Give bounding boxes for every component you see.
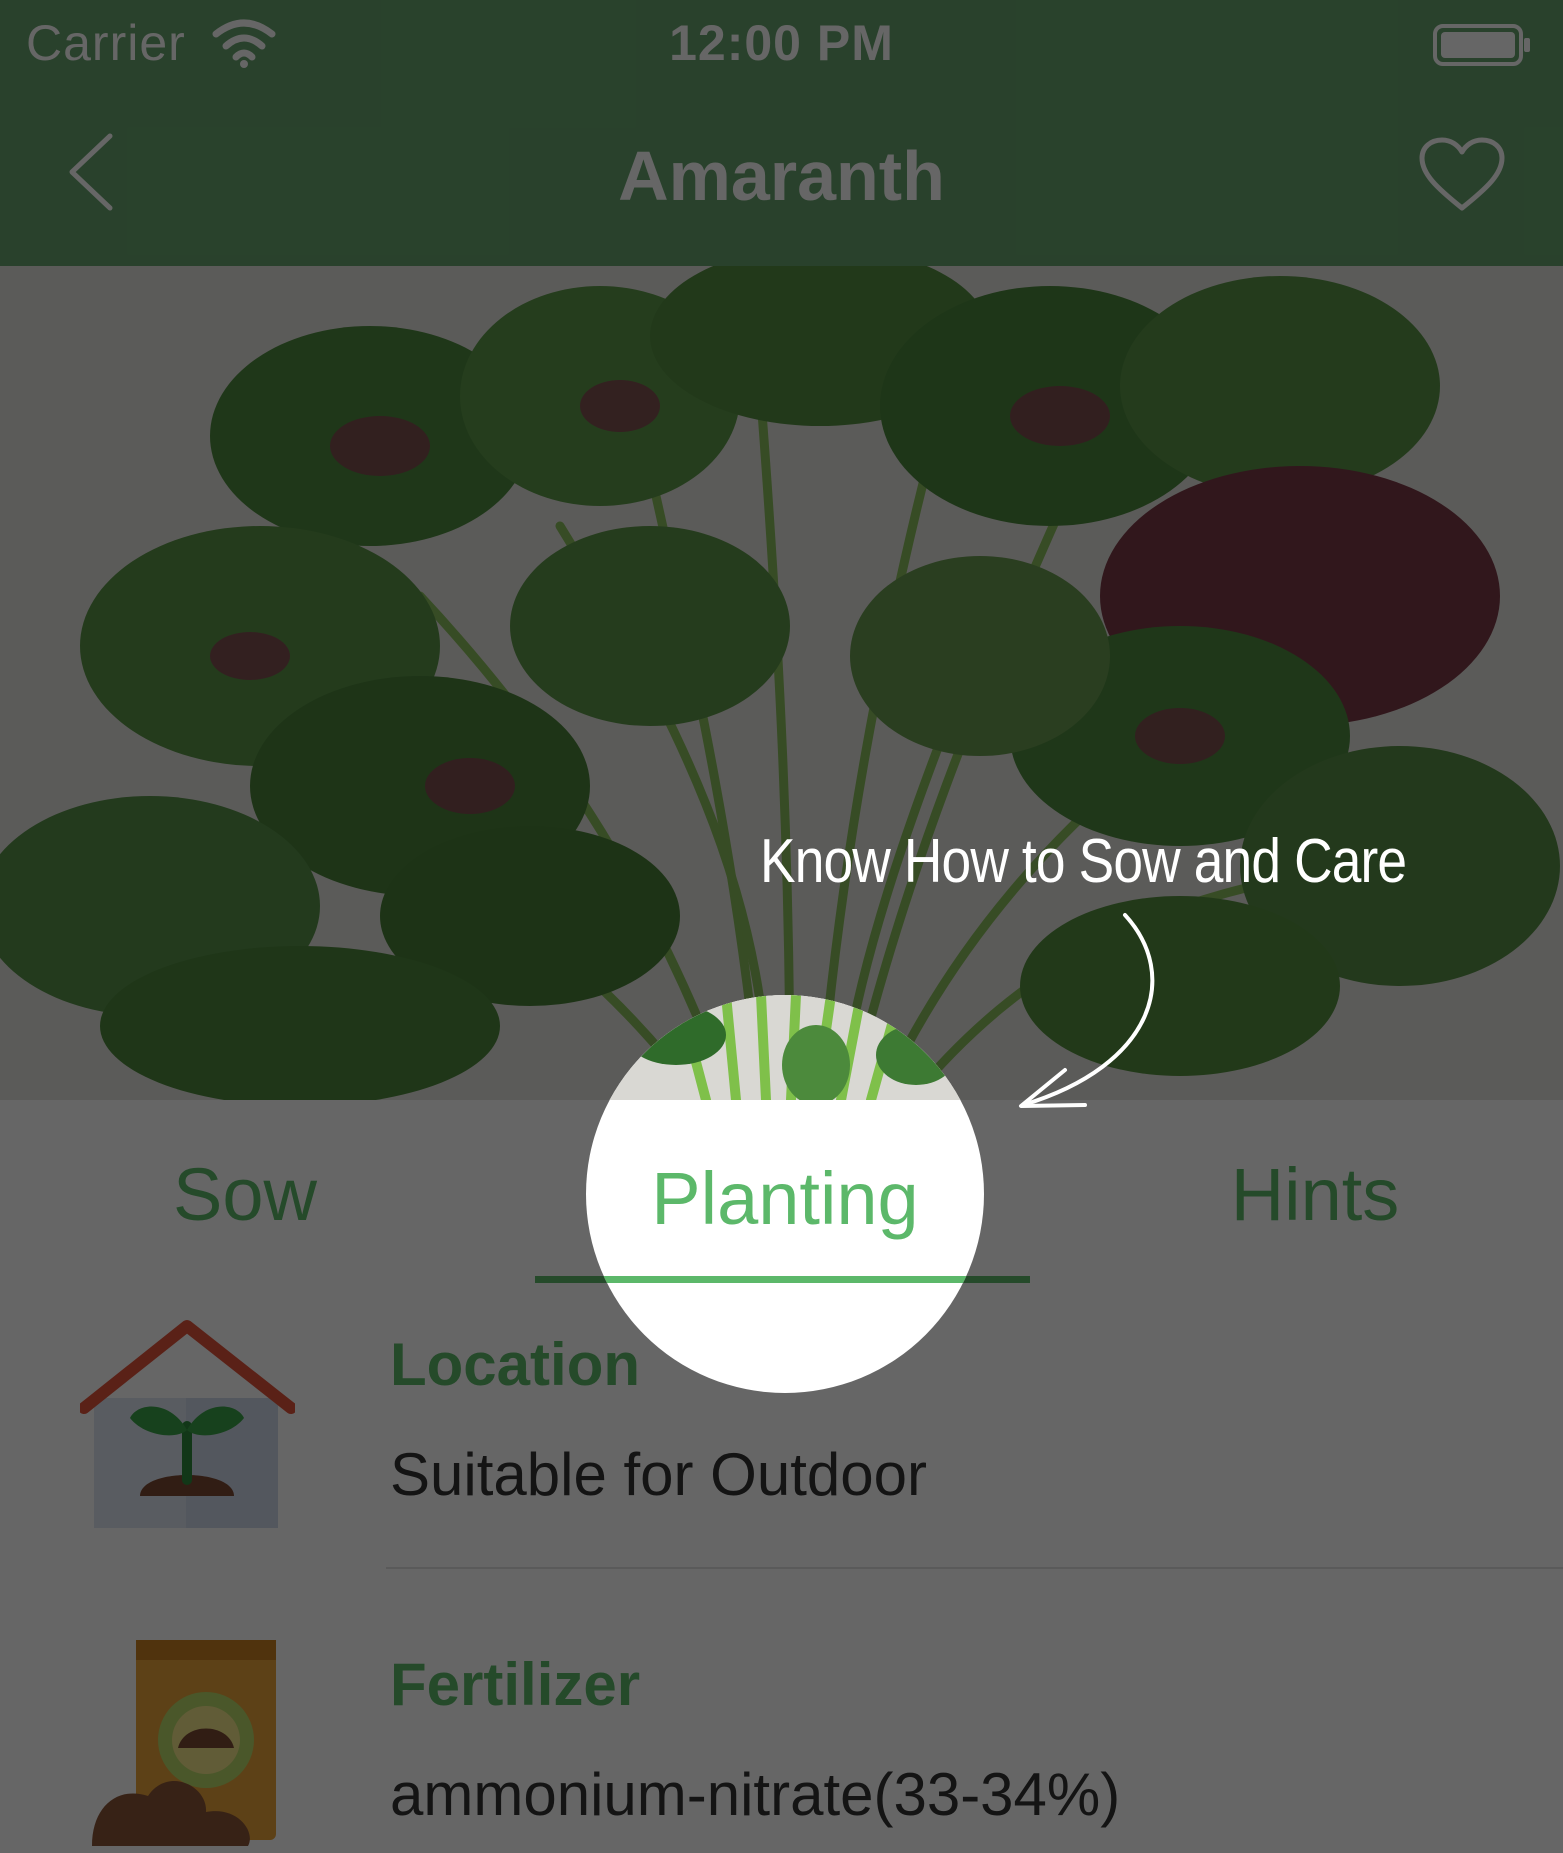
app-screen: Carrier 12:00 PM Amaranth Sow Hints Loca… <box>0 0 1563 1853</box>
curved-arrow-icon <box>1019 913 1155 1108</box>
fertilizer-title: Fertilizer <box>390 1651 641 1718</box>
navigation-bar: Carrier 12:00 PM Amaranth <box>0 0 1563 266</box>
fertilizer-value: ammonium-nitrate(33-34%) <box>390 1761 1121 1828</box>
tutorial-spotlight[interactable]: Planting <box>586 995 984 1393</box>
spotlight-tab-planting[interactable]: Planting <box>586 1156 984 1241</box>
clock: 12:00 PM <box>669 15 894 71</box>
tab-sow[interactable]: Sow <box>80 1152 410 1237</box>
greenhouse-sprout-icon <box>80 1320 295 1528</box>
spotlight-photo-slice <box>586 995 984 1100</box>
tab-hints[interactable]: Hints <box>1150 1152 1480 1237</box>
battery-icon <box>1433 24 1530 66</box>
spotlight-tab-indicator <box>586 1276 984 1283</box>
fertilizer-bag-icon <box>92 1640 276 1846</box>
location-title: Location <box>390 1331 640 1398</box>
location-value: Suitable for Outdoor <box>390 1441 927 1508</box>
tutorial-callout: Know How to Sow and Care <box>760 827 1407 896</box>
heart-icon[interactable] <box>1417 136 1507 214</box>
row-divider <box>386 1567 1563 1569</box>
plant-photo <box>0 266 1563 1100</box>
page-title: Amaranth <box>618 137 945 215</box>
